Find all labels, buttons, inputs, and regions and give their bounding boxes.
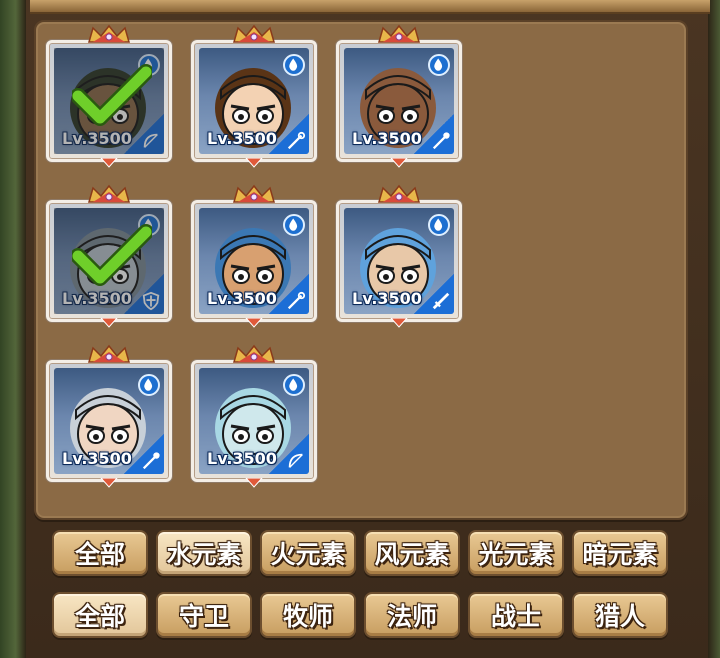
water-element-icon [283, 214, 305, 236]
water-element-icon [138, 374, 160, 396]
hero-card-frame: Lv.3500 [336, 40, 462, 162]
sword-icon [432, 292, 450, 310]
hero-level-label: Lv.3500 [352, 289, 422, 308]
card-bottom-gem-icon [100, 318, 118, 328]
hero-portrait: Lv.3500 [344, 208, 454, 314]
crown-icon [88, 344, 130, 363]
hero-level-label: Lv.3500 [207, 289, 277, 308]
water-element-icon [283, 374, 305, 396]
selected-overlay [54, 48, 164, 154]
checkmark-icon [72, 224, 152, 286]
card-bottom-gem-icon [245, 478, 263, 488]
hero-card-frame: Lv.3500 [46, 360, 172, 482]
hero-card-frame: Lv.3500 [191, 40, 317, 162]
hero-level-label: Lv.3500 [207, 449, 277, 468]
hero-card[interactable]: Lv.3500 [191, 24, 317, 168]
bow-icon [288, 453, 303, 468]
element-tab-3[interactable]: 风元素 [364, 530, 460, 576]
hero-card-frame: Lv.3500 [191, 360, 317, 482]
selected-overlay [54, 208, 164, 314]
crown-icon [233, 344, 275, 363]
crown-icon [233, 184, 275, 203]
hero-card[interactable]: Lv.3500 [46, 184, 172, 328]
element-tab-2[interactable]: 火元素 [260, 530, 356, 576]
element-tab-5[interactable]: 暗元素 [572, 530, 668, 576]
card-bottom-gem-icon [100, 158, 118, 168]
hero-card[interactable]: Lv.3500 [336, 184, 462, 328]
hero-portrait: Lv.3500 [199, 208, 309, 314]
background-edge-left [0, 0, 26, 658]
class-tab-5[interactable]: 猎人 [572, 592, 668, 638]
class-tab-2[interactable]: 牧师 [260, 592, 356, 638]
hero-level-label: Lv.3500 [207, 129, 277, 148]
panel-top-border [30, 0, 710, 14]
class-tab-0[interactable]: 全部 [52, 592, 148, 638]
class-filter-tabs: 全部 守卫 牧师 法师 战士 猎人 [52, 592, 668, 642]
hero-portrait: Lv.3500 [199, 48, 309, 154]
card-bottom-gem-icon [245, 158, 263, 168]
water-element-icon [428, 54, 450, 76]
hero-card-frame: Lv.3500 [191, 200, 317, 322]
element-tab-0[interactable]: 全部 [52, 530, 148, 576]
hero-card[interactable]: Lv.3500 [191, 344, 317, 488]
crown-icon [378, 24, 420, 43]
class-tab-3[interactable]: 法师 [364, 592, 460, 638]
wand-icon [142, 452, 160, 470]
water-element-icon [283, 54, 305, 76]
crown-icon [233, 24, 275, 43]
hero-card[interactable]: Lv.3500 [336, 24, 462, 168]
hero-card-frame: Lv.3500 [336, 200, 462, 322]
checkmark-icon [72, 64, 152, 126]
hero-card[interactable]: Lv.3500 [191, 184, 317, 328]
crown-icon [378, 184, 420, 203]
hero-portrait: Lv.3500 [344, 48, 454, 154]
staff-icon [287, 291, 306, 310]
element-tab-4[interactable]: 光元素 [468, 530, 564, 576]
hero-portrait: Lv.3500 [54, 368, 164, 474]
class-tab-1[interactable]: 守卫 [156, 592, 252, 638]
background-edge-right [708, 0, 720, 658]
card-bottom-gem-icon [245, 318, 263, 328]
card-bottom-gem-icon [390, 318, 408, 328]
element-tab-1[interactable]: 水元素 [156, 530, 252, 576]
hero-card[interactable]: Lv.3500 [46, 344, 172, 488]
crown-icon [88, 184, 130, 203]
hero-card-frame: Lv.3500 [46, 40, 172, 162]
wand-icon [432, 132, 450, 150]
hero-card-frame: Lv.3500 [46, 200, 172, 322]
staff-icon [287, 131, 306, 150]
crown-icon [88, 24, 130, 43]
hero-level-label: Lv.3500 [62, 449, 132, 468]
hero-level-label: Lv.3500 [352, 129, 422, 148]
card-bottom-gem-icon [390, 158, 408, 168]
hero-card[interactable]: Lv.3500 [46, 24, 172, 168]
hero-portrait: Lv.3500 [199, 368, 309, 474]
water-element-icon [428, 214, 450, 236]
hero-grid-panel: Lv.3500 Lv.3500 Lv.3500 Lv.3500 Lv.3500 Lv.35… [34, 20, 688, 520]
element-filter-tabs: 全部 水元素 火元素 风元素 光元素 暗元素 [52, 530, 668, 580]
card-bottom-gem-icon [100, 478, 118, 488]
class-tab-4[interactable]: 战士 [468, 592, 564, 638]
